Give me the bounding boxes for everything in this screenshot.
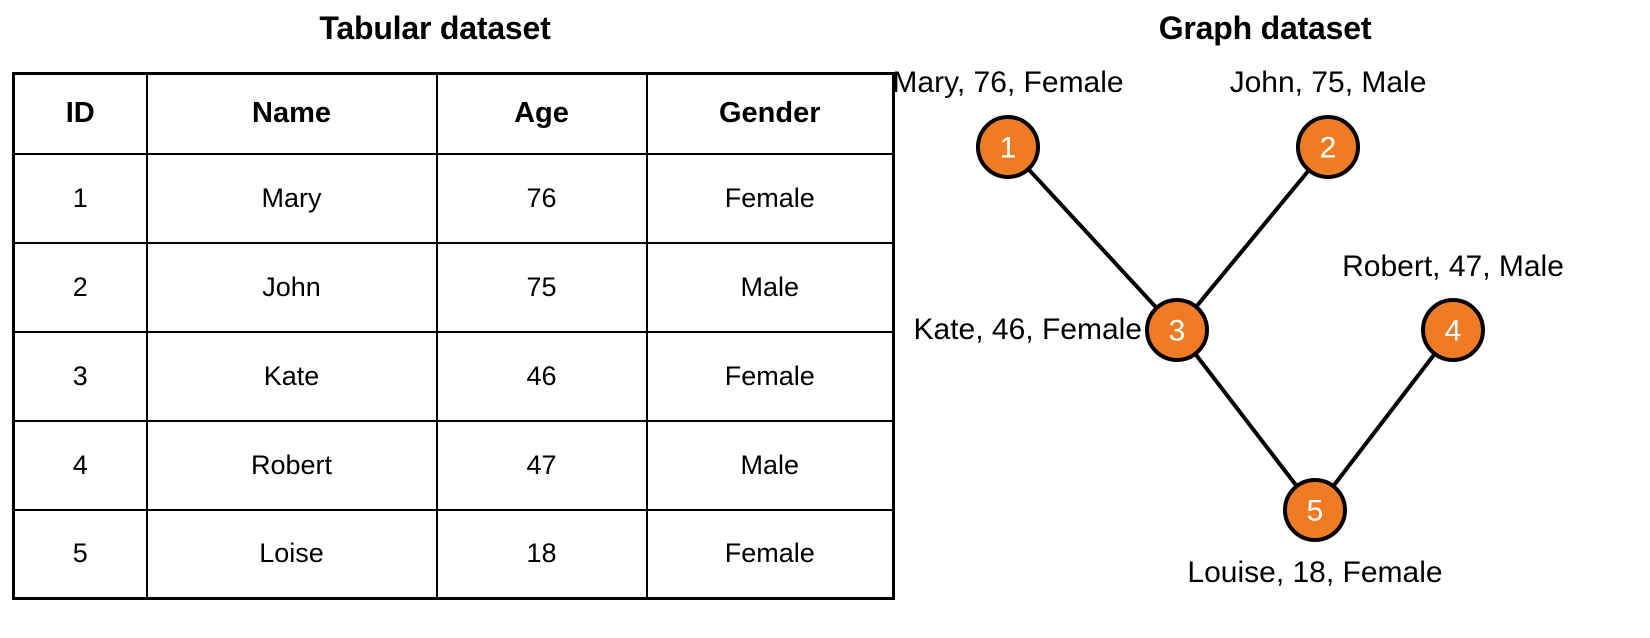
cell-id: 5 [12,508,148,600]
graph-node-4[interactable]: 4 [1421,298,1485,362]
cell-name: John [145,241,438,333]
table-header: ID Name Age Gender [12,72,895,155]
node-label-3: Kate, 46, Female [913,313,1142,346]
cell-name: Loise [145,508,438,600]
tabular-dataset-title: Tabular dataset [319,10,551,46]
cell-age: 76 [435,152,648,244]
table-header-row: ID Name Age Gender [12,72,895,155]
cell-name: Mary [145,152,438,244]
table-row: 3 Kate 46 Female [12,330,895,422]
figure-root: Tabular dataset ID Name Age Gender 1 Mar… [0,0,1650,638]
table-row: 4 Robert 47 Male [12,419,895,511]
graph-node-1[interactable]: 1 [976,115,1040,179]
table-row: 1 Mary 76 Female [12,152,895,244]
table-row: 5 Loise 18 Female [12,508,895,600]
node-label-5: Louise, 18, Female [1187,556,1443,589]
cell-gender: Female [645,152,895,244]
cell-id: 3 [12,330,148,422]
node-number-5: 5 [1307,495,1324,528]
table-row: 2 John 75 Male [12,241,895,333]
graph-node-5[interactable]: 5 [1283,478,1347,542]
node-label-1: Mary, 76, Female [892,66,1124,99]
node-label-2: John, 75, Male [1229,66,1427,99]
cell-gender: Female [645,508,895,600]
tabular-dataset-panel: ID Name Age Gender 1 Mary 76 Female 2 Jo… [12,72,895,600]
cell-age: 18 [435,508,648,600]
cell-age: 75 [435,241,648,333]
node-number-2: 2 [1320,132,1337,165]
graph-edge-4-5 [1330,350,1438,490]
graph-dataset-panel: 1 2 3 4 5 Mary, 76, Female John, 75, Male Kate… [880,55,1650,638]
graph-edge-1-3 [1024,165,1161,312]
cell-gender: Male [645,419,895,511]
graph-edge-2-3 [1192,166,1313,311]
graph-dataset-title: Graph dataset [1158,10,1372,46]
node-label-4: Robert, 47, Male [1342,250,1564,283]
graph-node-2[interactable]: 2 [1296,115,1360,179]
graph-node-3[interactable]: 3 [1145,298,1209,362]
cell-age: 47 [435,419,648,511]
node-number-3: 3 [1169,315,1186,348]
column-header-gender: Gender [645,72,895,155]
node-number-1: 1 [1000,132,1017,165]
column-header-name: Name [145,72,438,155]
dataset-table: ID Name Age Gender 1 Mary 76 Female 2 Jo… [12,72,895,600]
cell-id: 1 [12,152,148,244]
cell-gender: Female [645,330,895,422]
cell-age: 46 [435,330,648,422]
graph-edge-3-5 [1192,350,1300,490]
cell-id: 2 [12,241,148,333]
node-number-4: 4 [1445,315,1462,348]
table-body: 1 Mary 76 Female 2 John 75 Male 3 Kate 4… [12,152,895,600]
cell-id: 4 [12,419,148,511]
cell-name: Robert [145,419,438,511]
column-header-id: ID [12,72,148,155]
column-header-age: Age [435,72,648,155]
cell-name: Kate [145,330,438,422]
cell-gender: Male [645,241,895,333]
